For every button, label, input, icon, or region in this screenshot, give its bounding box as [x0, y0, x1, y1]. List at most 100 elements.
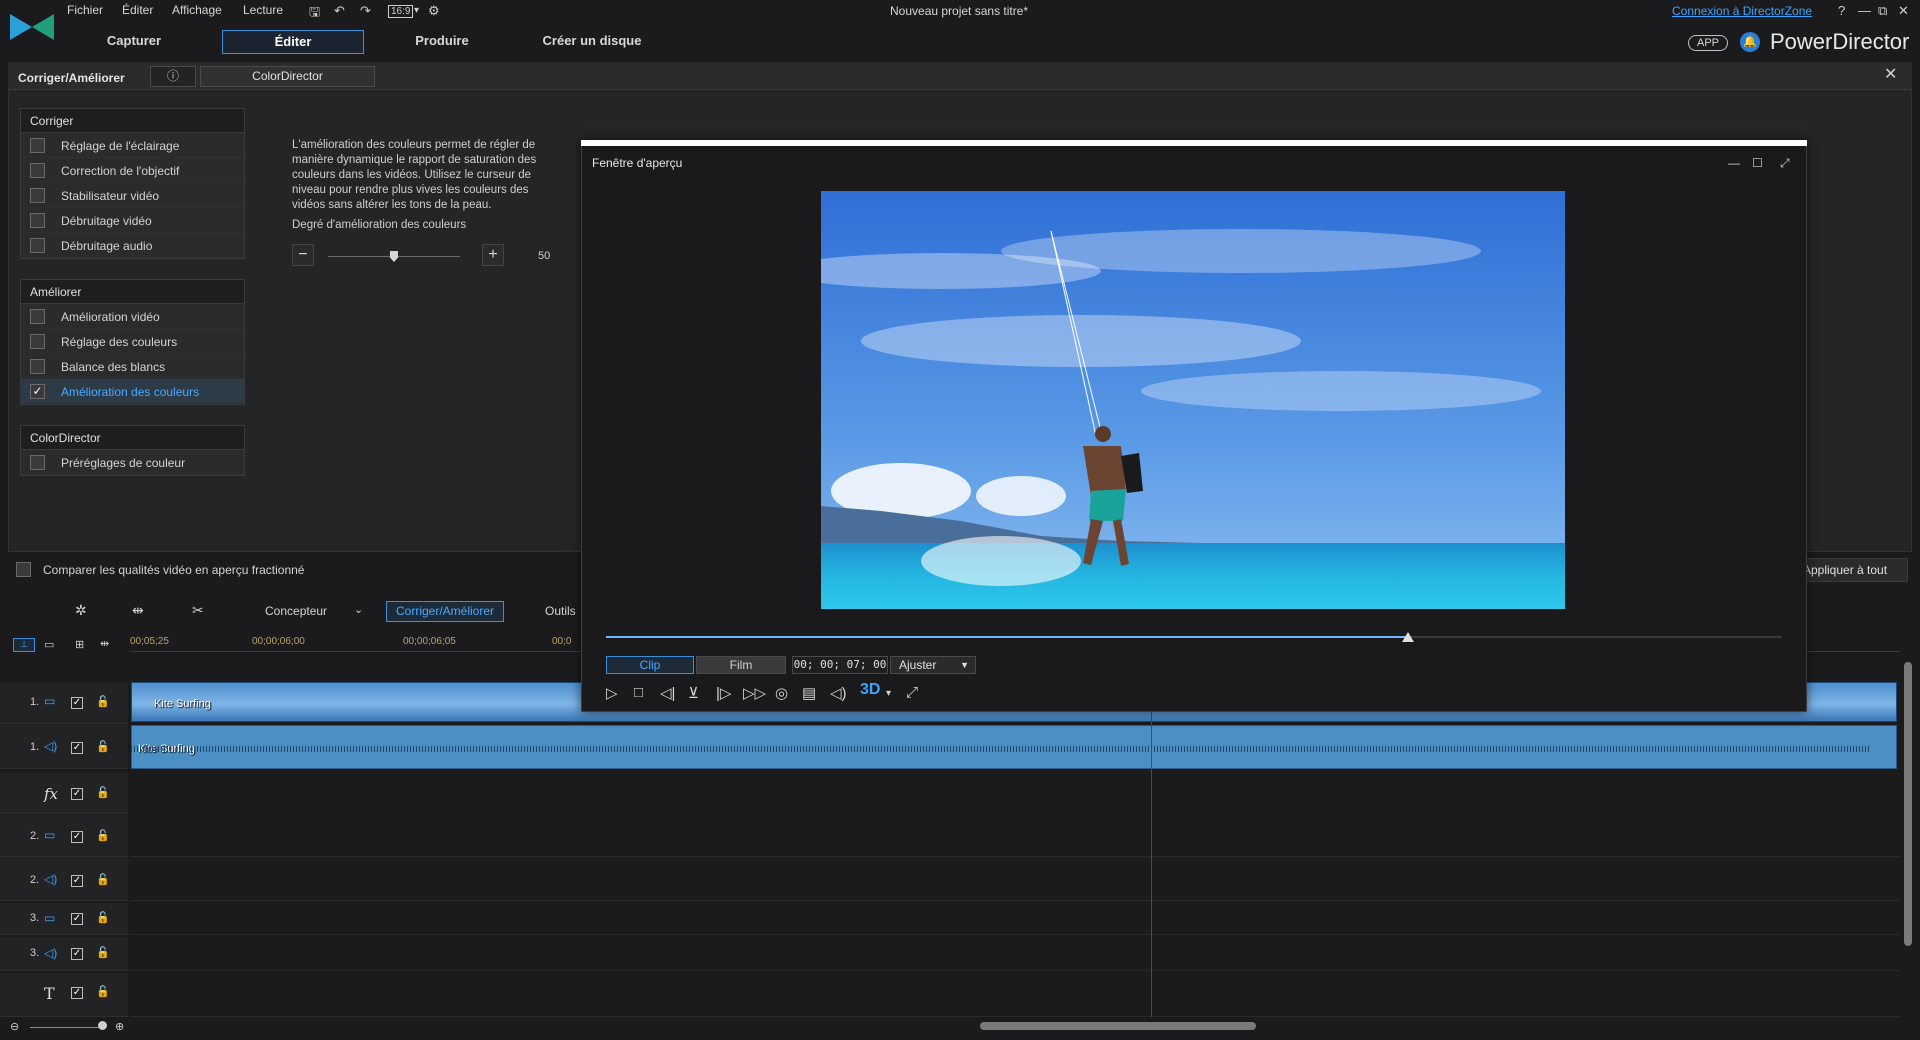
- lock-icon[interactable]: 🔓: [96, 985, 110, 998]
- option-amelioration-couleurs[interactable]: ✓ Amélioration des couleurs: [21, 379, 244, 404]
- track-enable-checkbox[interactable]: ✓: [71, 913, 83, 925]
- redo-icon[interactable]: ↷: [360, 3, 371, 19]
- split-icon[interactable]: ⇹: [132, 602, 144, 619]
- undo-icon[interactable]: ↶: [334, 3, 345, 19]
- split-clip-icon[interactable]: ⊻: [688, 684, 699, 702]
- track-row[interactable]: [130, 903, 1900, 935]
- zoom-in-icon[interactable]: ⊕: [115, 1020, 124, 1033]
- film-mode-tab[interactable]: Film: [696, 656, 786, 674]
- chevron-down-icon[interactable]: ▾: [414, 5, 419, 16]
- menu-affichage[interactable]: Affichage: [172, 3, 222, 17]
- 3d-mode-button[interactable]: 3D: [860, 681, 880, 699]
- playhead[interactable]: [1151, 712, 1152, 1017]
- restore-icon[interactable]: ⧉: [1878, 3, 1887, 19]
- expand-tracks-icon[interactable]: ⇹: [100, 637, 109, 650]
- lock-icon[interactable]: 🔓: [96, 873, 110, 886]
- track-enable-checkbox[interactable]: ✓: [71, 788, 83, 800]
- save-icon[interactable]: 🖫: [309, 3, 320, 25]
- checkbox[interactable]: [30, 334, 45, 349]
- scissors-icon[interactable]: ✂: [192, 602, 204, 619]
- apply-all-button[interactable]: Appliquer à tout: [1790, 558, 1908, 582]
- panel-close-icon[interactable]: ✕: [1884, 64, 1897, 84]
- checkbox[interactable]: [30, 238, 45, 253]
- stop-icon[interactable]: □: [634, 684, 643, 701]
- directorzone-login-link[interactable]: Connexion à DirectorZone: [1672, 4, 1812, 18]
- menu-editer[interactable]: Éditer: [122, 3, 153, 17]
- option-reglage-eclairage[interactable]: Réglage de l'éclairage: [21, 133, 244, 158]
- option-reglage-couleurs[interactable]: Réglage des couleurs: [21, 329, 244, 354]
- track-enable-checkbox[interactable]: ✓: [71, 948, 83, 960]
- tab-editer[interactable]: Éditer: [222, 30, 364, 54]
- checkbox[interactable]: [30, 213, 45, 228]
- zoom-slider-handle[interactable]: [98, 1021, 107, 1030]
- checkbox[interactable]: [30, 188, 45, 203]
- lock-icon[interactable]: 🔓: [96, 911, 110, 924]
- close-icon[interactable]: ✕: [1898, 3, 1909, 19]
- play-icon[interactable]: ▷: [606, 684, 618, 702]
- track-row[interactable]: [130, 857, 1900, 901]
- zoom-slider[interactable]: [30, 1027, 102, 1028]
- track-enable-checkbox[interactable]: ✓: [71, 831, 83, 843]
- track-row[interactable]: [130, 937, 1900, 971]
- notification-icon[interactable]: 🔔: [1740, 32, 1760, 52]
- tab-produire[interactable]: Produire: [400, 30, 484, 54]
- track-enable-checkbox[interactable]: ✓: [71, 987, 83, 999]
- chevron-down-icon[interactable]: ⌄: [354, 603, 363, 616]
- minimize-icon[interactable]: —: [1858, 3, 1871, 18]
- option-stabilisateur[interactable]: Stabilisateur vidéo: [21, 183, 244, 208]
- next-frame-icon[interactable]: |▷: [716, 684, 731, 702]
- gear-icon[interactable]: ⚙: [428, 3, 440, 19]
- chevron-down-icon[interactable]: ▾: [886, 688, 891, 699]
- option-debruitage-video[interactable]: Débruitage vidéo: [21, 208, 244, 233]
- volume-icon[interactable]: ◁): [830, 684, 847, 702]
- timeline-view-icon[interactable]: ⊥: [13, 638, 35, 652]
- vertical-scrollbar[interactable]: [1904, 662, 1912, 946]
- compare-checkbox[interactable]: [16, 562, 31, 577]
- fullscreen-icon[interactable]: ⤢: [906, 684, 918, 701]
- horizontal-scrollbar[interactable]: [980, 1022, 1256, 1030]
- clip-mode-tab[interactable]: Clip: [606, 656, 694, 674]
- dock-icon[interactable]: ⤢: [1780, 156, 1790, 171]
- app-badge[interactable]: APP: [1688, 35, 1728, 51]
- option-debruitage-audio[interactable]: Débruitage audio: [21, 233, 244, 258]
- tab-capturer[interactable]: Capturer: [90, 30, 178, 54]
- fit-timeline-icon[interactable]: ⊞: [75, 638, 84, 651]
- fast-forward-icon[interactable]: ▷▷: [743, 684, 766, 702]
- lock-icon[interactable]: 🔓: [96, 695, 110, 708]
- aspect-ratio-selector[interactable]: 16:9: [388, 5, 414, 18]
- increase-button[interactable]: +: [482, 244, 504, 266]
- colordirector-button[interactable]: ColorDirector: [200, 66, 375, 87]
- checkbox[interactable]: [30, 455, 45, 470]
- option-balance-blancs[interactable]: Balance des blancs: [21, 354, 244, 379]
- track-row[interactable]: [130, 973, 1900, 1017]
- designer-dropdown[interactable]: Concepteur: [265, 604, 327, 618]
- decrease-button[interactable]: −: [292, 244, 314, 266]
- minimize-icon[interactable]: —: [1728, 156, 1740, 170]
- track-enable-checkbox[interactable]: ✓: [71, 742, 83, 754]
- track-enable-checkbox[interactable]: ✓: [71, 697, 83, 709]
- track-enable-checkbox[interactable]: ✓: [71, 875, 83, 887]
- zoom-out-icon[interactable]: ⊖: [10, 1020, 19, 1033]
- checkbox[interactable]: [30, 309, 45, 324]
- checkbox-checked[interactable]: ✓: [30, 384, 45, 399]
- checkbox[interactable]: [30, 138, 45, 153]
- track-row[interactable]: [130, 813, 1900, 857]
- option-correction-objectif[interactable]: Correction de l'objectif: [21, 158, 244, 183]
- maximize-icon[interactable]: ☐: [1752, 156, 1763, 170]
- previous-frame-icon[interactable]: ◁|: [660, 684, 675, 702]
- snapshot-icon[interactable]: ◎: [775, 684, 788, 702]
- lock-icon[interactable]: 🔓: [96, 829, 110, 842]
- checkbox[interactable]: [30, 163, 45, 178]
- subtitles-icon[interactable]: ▤: [802, 684, 816, 702]
- option-preglages-couleur[interactable]: Préréglages de couleur: [21, 450, 244, 475]
- help-icon[interactable]: ?: [1838, 3, 1845, 18]
- menu-lecture[interactable]: Lecture: [243, 3, 283, 17]
- lock-icon[interactable]: 🔓: [96, 946, 110, 959]
- info-button[interactable]: ⓘ: [150, 66, 196, 87]
- tab-creer-disque[interactable]: Créer un disque: [530, 30, 654, 54]
- storyboard-view-icon[interactable]: ▭: [44, 638, 54, 651]
- menu-fichier[interactable]: Fichier: [67, 3, 103, 17]
- fit-dropdown[interactable]: Ajuster ▼: [890, 656, 976, 674]
- lock-icon[interactable]: 🔓: [96, 786, 110, 799]
- checkbox[interactable]: [30, 359, 45, 374]
